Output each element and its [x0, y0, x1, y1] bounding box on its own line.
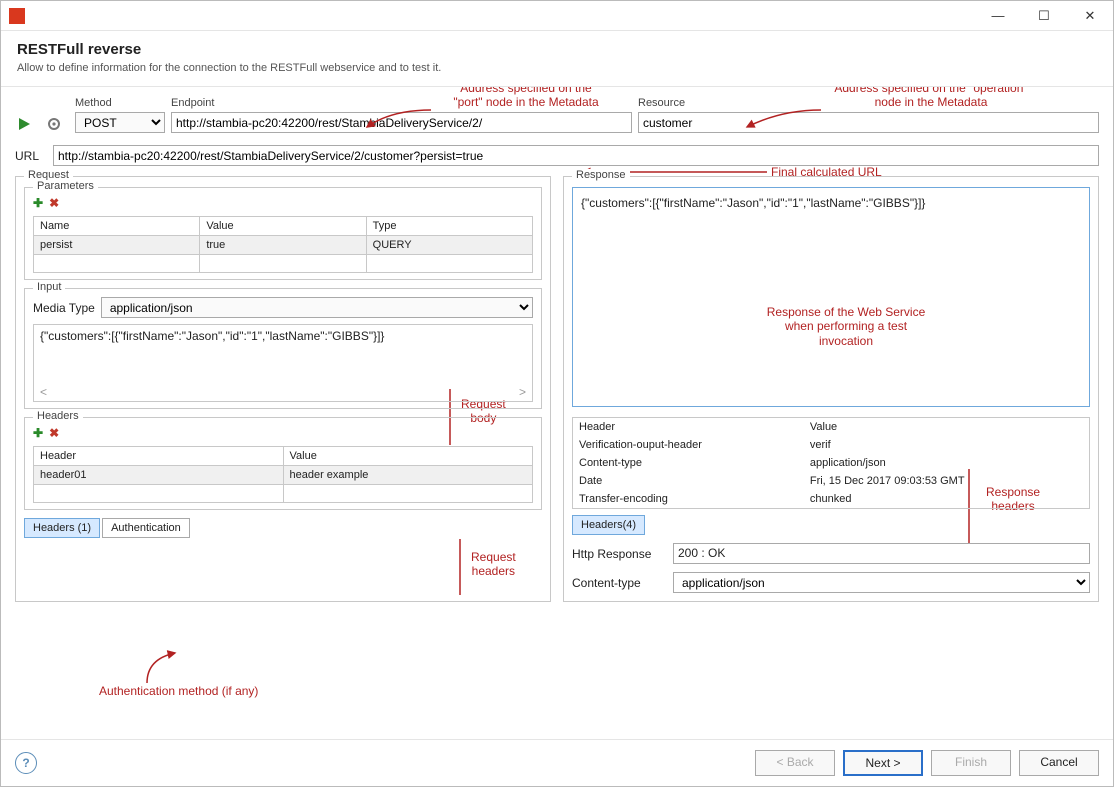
content-type-label: Content-type	[572, 576, 667, 590]
add-header-button[interactable]: ✚	[33, 426, 43, 440]
delete-param-button[interactable]: ✖	[49, 196, 59, 210]
title-bar: — ☐ ✕	[1, 1, 1113, 31]
page-subtitle: Allow to define information for the conn…	[17, 62, 1097, 74]
app-icon	[9, 8, 25, 24]
next-button[interactable]: Next >	[843, 750, 923, 776]
endpoint-input[interactable]	[171, 112, 632, 133]
request-body-input[interactable]: {"customers":[{"firstName":"Jason","id":…	[33, 324, 533, 402]
play-icon	[17, 117, 31, 131]
params-col-type: Type	[366, 217, 532, 236]
response-body-view[interactable]: {"customers":[{"firstName":"Jason","id":…	[572, 187, 1090, 407]
url-label: URL	[15, 149, 43, 163]
response-headers-table: Header Value Verification-ouput-headerve…	[572, 417, 1090, 509]
content-type-select[interactable]: application/json	[673, 572, 1090, 593]
delete-header-button[interactable]: ✖	[49, 426, 59, 440]
parameters-table[interactable]: Name Value Type persist true QUERY	[33, 216, 533, 273]
response-group: Response {"customers":[{"firstName":"Jas…	[563, 176, 1099, 602]
gear-icon	[47, 117, 61, 131]
resource-label: Resource	[638, 97, 1099, 109]
back-button[interactable]: < Back	[755, 750, 835, 776]
add-param-button[interactable]: ✚	[33, 196, 43, 210]
table-row: Content-typeapplication/json	[573, 454, 1090, 472]
params-col-name: Name	[34, 217, 200, 236]
table-row: Verification-ouput-headerverif	[573, 436, 1090, 454]
wizard-header: RESTFull reverse Allow to define informa…	[1, 31, 1113, 87]
table-row[interactable]: persist true QUERY	[34, 236, 533, 255]
params-col-value: Value	[200, 217, 366, 236]
table-row[interactable]: header01 header example	[34, 466, 533, 485]
wizard-window: — ☐ ✕ RESTFull reverse Allow to define i…	[0, 0, 1114, 787]
input-title: Input	[33, 281, 65, 293]
tab-response-headers[interactable]: Headers(4)	[572, 515, 645, 535]
tab-authentication[interactable]: Authentication	[102, 518, 190, 538]
req-headers-col-value: Value	[283, 447, 533, 466]
resource-input[interactable]	[638, 112, 1099, 133]
media-type-select[interactable]: application/json	[101, 297, 533, 318]
req-headers-col-header: Header	[34, 447, 284, 466]
finish-button[interactable]: Finish	[931, 750, 1011, 776]
execute-button[interactable]	[15, 115, 33, 133]
annotation-auth-method: Authentication method (if any)	[99, 684, 258, 698]
tab-headers[interactable]: Headers (1)	[24, 518, 100, 538]
headers-title: Headers	[33, 410, 83, 422]
request-headers-table[interactable]: Header Value header01 header example	[33, 446, 533, 503]
http-response-label: Http Response	[572, 547, 667, 561]
headers-group: Headers ✚ ✖ Header Value header01	[24, 417, 542, 510]
http-response-value: 200 : OK	[673, 543, 1090, 564]
parameters-title: Parameters	[33, 180, 98, 192]
main-content: Address specified on the "port" node in …	[1, 87, 1113, 739]
response-title: Response	[572, 169, 630, 181]
settings-button[interactable]	[45, 115, 63, 133]
method-label: Method	[75, 97, 165, 109]
cancel-button[interactable]: Cancel	[1019, 750, 1099, 776]
close-button[interactable]: ✕	[1067, 1, 1113, 31]
table-row: DateFri, 15 Dec 2017 09:03:53 GMT	[573, 472, 1090, 490]
minimize-button[interactable]: —	[975, 1, 1021, 31]
media-type-label: Media Type	[33, 301, 95, 315]
endpoint-label: Endpoint	[171, 97, 632, 109]
button-bar: ? < Back Next > Finish Cancel	[1, 739, 1113, 786]
help-button[interactable]: ?	[15, 752, 37, 774]
method-select[interactable]: POST	[75, 112, 165, 133]
resp-headers-col-value: Value	[804, 418, 1090, 437]
url-input[interactable]	[53, 145, 1099, 166]
table-row: Transfer-encodingchunked	[573, 490, 1090, 509]
page-title: RESTFull reverse	[17, 41, 1097, 58]
request-group: Request Parameters ✚ ✖ Name Value Type	[15, 176, 551, 602]
input-group: Input Media Type application/json {"cust…	[24, 288, 542, 409]
resp-headers-col-header: Header	[573, 418, 804, 437]
parameters-group: Parameters ✚ ✖ Name Value Type	[24, 187, 542, 280]
maximize-button[interactable]: ☐	[1021, 1, 1067, 31]
